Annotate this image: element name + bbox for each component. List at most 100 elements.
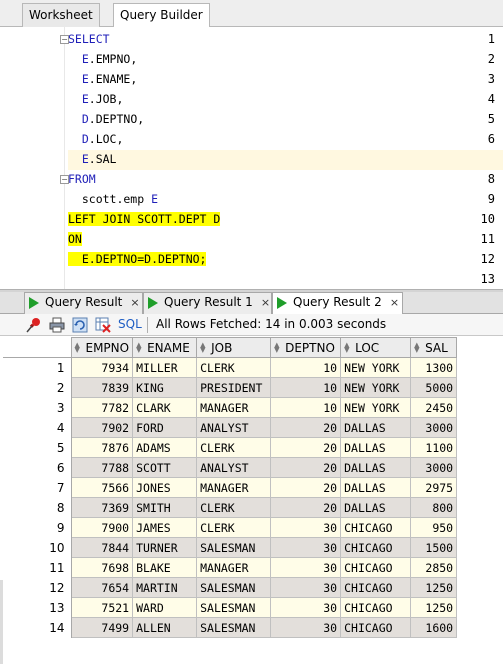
cell-deptno[interactable]: 10 xyxy=(270,397,342,418)
cell-job[interactable]: ANALYST xyxy=(196,457,272,478)
cell-empno[interactable]: 7844 xyxy=(70,537,134,558)
cell-job[interactable]: SALESMAN xyxy=(196,577,272,598)
cell-ename[interactable]: ALLEN xyxy=(132,617,198,638)
cell-deptno[interactable]: 30 xyxy=(270,597,342,618)
code-line[interactable]: E.JOB, xyxy=(68,90,503,110)
row-number[interactable]: 4 xyxy=(3,417,72,438)
cell-empno[interactable]: 7902 xyxy=(70,417,134,438)
clear-grid-icon[interactable] xyxy=(95,317,111,333)
cell-ename[interactable]: TURNER xyxy=(132,537,198,558)
row-number[interactable]: 5 xyxy=(3,437,72,458)
row-number[interactable]: 6 xyxy=(3,457,72,478)
cell-empno[interactable]: 7698 xyxy=(70,557,134,578)
cell-sal[interactable]: 1300 xyxy=(410,357,458,378)
row-number[interactable]: 8 xyxy=(3,497,72,518)
cell-sal[interactable]: 3000 xyxy=(410,417,458,438)
cell-sal[interactable]: 2850 xyxy=(410,557,458,578)
row-number[interactable]: 1 xyxy=(3,357,72,378)
cell-empno[interactable]: 7788 xyxy=(70,457,134,478)
table-row[interactable]: 12 7654 MARTIN SALESMAN 30 CHICAGO 1250 xyxy=(3,577,458,598)
cell-empno[interactable]: 7900 xyxy=(70,517,134,538)
cell-deptno[interactable]: 10 xyxy=(270,377,342,398)
code-line[interactable]: E.SAL xyxy=(68,150,503,170)
cell-ename[interactable]: BLAKE xyxy=(132,557,198,578)
cell-empno[interactable]: 7566 xyxy=(70,477,134,498)
cell-deptno[interactable]: 20 xyxy=(270,477,342,498)
cell-loc[interactable]: NEW YORK xyxy=(340,377,412,398)
cell-sal[interactable]: 800 xyxy=(410,497,458,518)
sql-editor[interactable]: 1 SELECT −2 E.EMPNO, 3 E.ENAME, 4 E.JOB, 5 D.… xyxy=(0,27,503,289)
refresh-icon[interactable] xyxy=(72,317,88,333)
cell-ename[interactable]: SMITH xyxy=(132,497,198,518)
tab-query-result-2[interactable]: Query Result 2 × xyxy=(272,292,403,314)
table-row[interactable]: 13 7521 WARD SALESMAN 30 CHICAGO 1250 xyxy=(3,597,458,618)
row-number[interactable]: 3 xyxy=(3,397,72,418)
cell-sal[interactable]: 3000 xyxy=(410,457,458,478)
row-number[interactable]: 10 xyxy=(3,537,72,558)
cell-ename[interactable]: JONES xyxy=(132,477,198,498)
cell-job[interactable]: ANALYST xyxy=(196,417,272,438)
row-number[interactable]: 9 xyxy=(3,517,72,538)
tab-query-result-1[interactable]: Query Result 1 × xyxy=(143,292,272,314)
code-line[interactable]: LEFT JOIN SCOTT.DEPT D xyxy=(68,210,503,230)
code-line[interactable]: SELECT xyxy=(68,30,503,50)
cell-empno[interactable]: 7934 xyxy=(70,357,134,378)
cell-empno[interactable]: 7369 xyxy=(70,497,134,518)
cell-loc[interactable]: DALLAS xyxy=(340,417,412,438)
cell-empno[interactable]: 7782 xyxy=(70,397,134,418)
table-row[interactable]: 6 7788 SCOTT ANALYST 20 DALLAS 3000 xyxy=(3,457,458,478)
vertical-scrollbar[interactable] xyxy=(0,580,3,664)
cell-deptno[interactable]: 20 xyxy=(270,417,342,438)
cell-deptno[interactable]: 30 xyxy=(270,517,342,538)
cell-ename[interactable]: CLARK xyxy=(132,397,198,418)
tab-query-result[interactable]: Query Result × xyxy=(24,292,143,314)
cell-sal[interactable]: 1250 xyxy=(410,577,458,598)
cell-ename[interactable]: KING xyxy=(132,377,198,398)
cell-loc[interactable]: DALLAS xyxy=(340,437,412,458)
table-row[interactable]: 3 7782 CLARK MANAGER 10 NEW YORK 2450 xyxy=(3,397,458,418)
code-line[interactable]: E.EMPNO, xyxy=(68,50,503,70)
pin-icon[interactable] xyxy=(26,317,42,333)
table-row[interactable]: 5 7876 ADAMS CLERK 20 DALLAS 1100 xyxy=(3,437,458,458)
column-header-ename[interactable]: ▲ ▼ ENAME xyxy=(132,337,198,358)
close-icon[interactable]: × xyxy=(390,296,399,309)
cell-job[interactable]: SALESMAN xyxy=(196,597,272,618)
table-row[interactable]: 7 7566 JONES MANAGER 20 DALLAS 2975 xyxy=(3,477,458,498)
cell-job[interactable]: CLERK xyxy=(196,517,272,538)
cell-sal[interactable]: 2975 xyxy=(410,477,458,498)
cell-job[interactable]: PRESIDENT xyxy=(196,377,272,398)
cell-ename[interactable]: MILLER xyxy=(132,357,198,378)
table-row[interactable]: 14 7499 ALLEN SALESMAN 30 CHICAGO 1600 xyxy=(3,617,458,638)
close-icon[interactable]: × xyxy=(261,296,270,309)
code-line[interactable]: FROM xyxy=(68,170,503,190)
cell-empno[interactable]: 7521 xyxy=(70,597,134,618)
cell-sal[interactable]: 950 xyxy=(410,517,458,538)
cell-loc[interactable]: NEW YORK xyxy=(340,357,412,378)
table-row[interactable]: 9 7900 JAMES CLERK 30 CHICAGO 950 xyxy=(3,517,458,538)
table-row[interactable]: 4 7902 FORD ANALYST 20 DALLAS 3000 xyxy=(3,417,458,438)
cell-empno[interactable]: 7839 xyxy=(70,377,134,398)
row-number[interactable]: 14 xyxy=(3,617,72,638)
cell-deptno[interactable]: 20 xyxy=(270,437,342,458)
tab-query-builder[interactable]: Query Builder xyxy=(113,3,210,28)
cell-sal[interactable]: 1600 xyxy=(410,617,458,638)
row-number[interactable]: 13 xyxy=(3,597,72,618)
cell-deptno[interactable]: 30 xyxy=(270,557,342,578)
cell-loc[interactable]: CHICAGO xyxy=(340,597,412,618)
cell-loc[interactable]: CHICAGO xyxy=(340,617,412,638)
cell-job[interactable]: CLERK xyxy=(196,357,272,378)
cell-job[interactable]: MANAGER xyxy=(196,397,272,418)
cell-ename[interactable]: JAMES xyxy=(132,517,198,538)
cell-loc[interactable]: CHICAGO xyxy=(340,557,412,578)
column-header-empno[interactable]: ▲ ▼ EMPNO xyxy=(70,337,134,358)
cell-deptno[interactable]: 30 xyxy=(270,577,342,598)
column-header-deptno[interactable]: ▲ ▼ DEPTNO xyxy=(270,337,342,358)
row-number[interactable]: 7 xyxy=(3,477,72,498)
cell-deptno[interactable]: 10 xyxy=(270,357,342,378)
cell-deptno[interactable]: 30 xyxy=(270,537,342,558)
cell-job[interactable]: SALESMAN xyxy=(196,617,272,638)
cell-empno[interactable]: 7499 xyxy=(70,617,134,638)
cell-loc[interactable]: CHICAGO xyxy=(340,577,412,598)
cell-sal[interactable]: 1500 xyxy=(410,537,458,558)
cell-empno[interactable]: 7654 xyxy=(70,577,134,598)
